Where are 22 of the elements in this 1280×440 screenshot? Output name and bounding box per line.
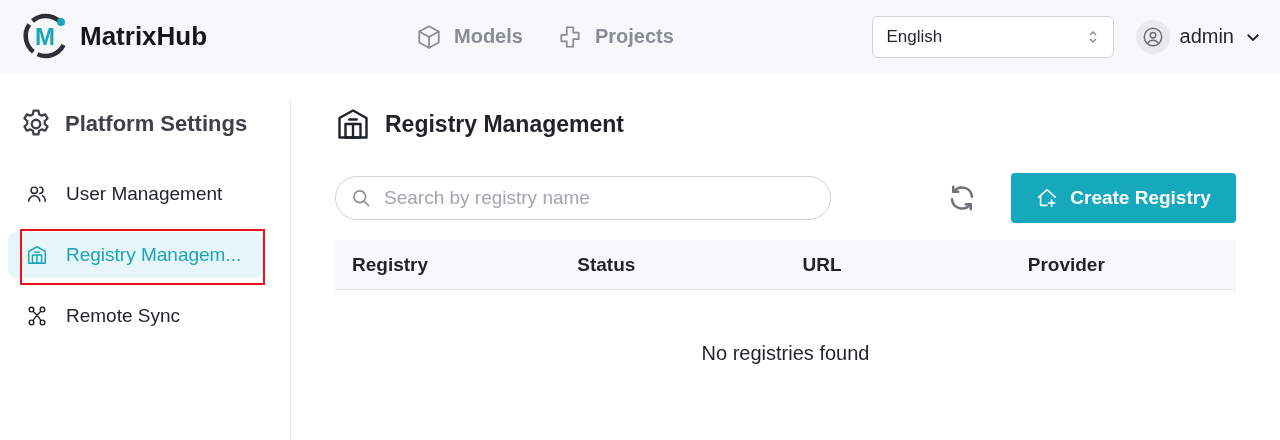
sidebar-item[interactable]: Remote Sync xyxy=(8,293,263,339)
brand-name: MatrixHub xyxy=(80,21,208,52)
page-title: Registry Management xyxy=(385,110,624,138)
nodes-icon xyxy=(26,305,48,327)
column-header: URL xyxy=(801,253,843,276)
users-icon xyxy=(26,183,48,205)
user-icon xyxy=(1141,25,1164,48)
empty-message: No registries found xyxy=(700,341,871,365)
building-icon xyxy=(26,244,48,266)
house-plus-icon xyxy=(1036,187,1059,209)
column-header: Provider xyxy=(1026,253,1106,276)
building-icon xyxy=(335,106,371,142)
sidebar-item[interactable]: User Management xyxy=(8,171,263,217)
column-header: Registry xyxy=(351,253,430,276)
user-name[interactable]: admin xyxy=(1179,25,1234,48)
search-field[interactable]: Search by registry name xyxy=(335,176,831,220)
language-select[interactable]: English xyxy=(871,15,1114,58)
avatar[interactable] xyxy=(1135,19,1170,54)
sidebar-title: Platform Settings xyxy=(65,111,248,137)
column-header: Status xyxy=(576,253,637,276)
cube-icon xyxy=(416,23,442,50)
search-icon xyxy=(351,188,371,208)
